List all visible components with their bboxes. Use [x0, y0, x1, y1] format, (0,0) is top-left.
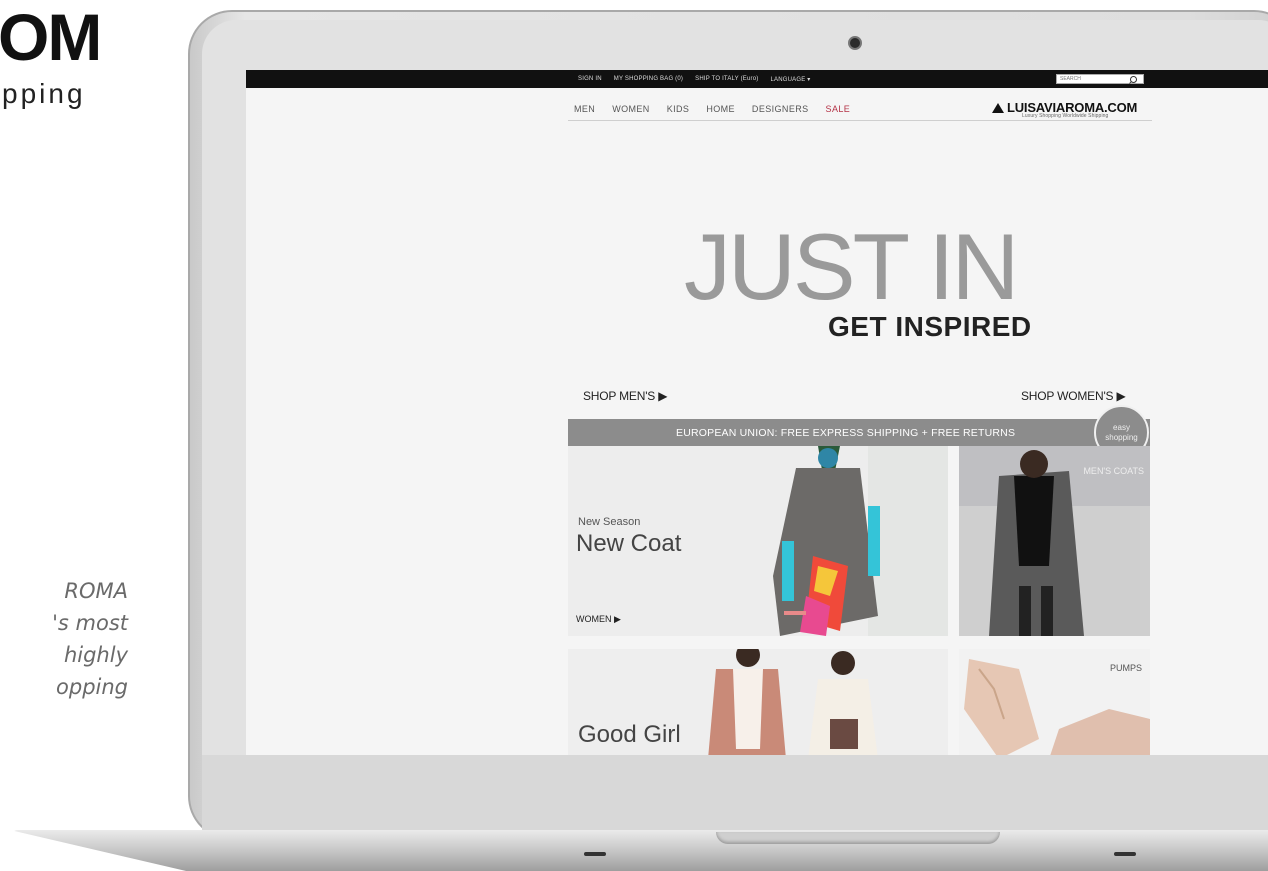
sign-in-link[interactable]: SIGN IN [578, 76, 602, 82]
laptop-bottom-bezel [202, 755, 1268, 830]
nav-item-home[interactable]: HOME [706, 104, 735, 114]
site-topbar: SIGN IN MY SHOPPING BAG (0) SHIP TO ITAL… [246, 70, 1268, 88]
laptop-foot [584, 852, 606, 856]
badge-line: easy [1113, 423, 1130, 432]
good-girl-tile[interactable]: Good Girl [568, 649, 948, 755]
tile-title: Good Girl [578, 721, 681, 748]
tile-title: New Coat [576, 530, 682, 557]
laptop-hinge-notch [716, 832, 1000, 844]
brand-tagline: pping [2, 78, 86, 109]
women-link[interactable]: WOMEN ▶ [576, 614, 621, 625]
logo-triangle-icon [992, 103, 1004, 113]
hero-title: JUST IN [684, 214, 1019, 319]
shop-women-link[interactable]: SHOP WOMEN'S ▶ [1021, 389, 1126, 403]
language-dropdown[interactable]: LANGUAGE ▾ [770, 76, 810, 83]
pumps-tile[interactable]: PUMPS [959, 649, 1150, 755]
mens-coats-tile[interactable]: MEN'S COATS [959, 446, 1150, 636]
tile-kicker: New Season [578, 516, 641, 528]
laptop-screen: SIGN IN MY SHOPPING BAG (0) SHIP TO ITAL… [246, 70, 1268, 755]
site-logo-subtitle: Luxury Shopping Worldwide Shipping [1022, 113, 1109, 119]
promo-text: EUROPEAN UNION: FREE EXPRESS SHIPPING + … [676, 427, 1016, 439]
brand-logo: OM [0, 0, 102, 74]
badge-line: shopping [1105, 433, 1138, 442]
shopping-bag-link[interactable]: MY SHOPPING BAG (0) [614, 76, 683, 82]
camera-icon [848, 36, 862, 50]
hero-subtitle: GET INSPIRED [828, 311, 1032, 342]
shop-men-link[interactable]: SHOP MEN'S ▶ [583, 389, 667, 403]
nav-item-designers[interactable]: DESIGNERS [752, 104, 809, 114]
laptop-base [10, 830, 1268, 871]
main-nav: MEN WOMEN KIDS HOME DESIGNERS SALE [574, 104, 850, 114]
search-input[interactable] [1057, 75, 1130, 83]
brand-description: ROMA 's most highly opping [0, 575, 128, 703]
nav-item-men[interactable]: MEN [574, 104, 595, 114]
nav-item-kids[interactable]: KIDS [667, 104, 690, 114]
ship-to-link[interactable]: SHIP TO ITALY (Euro) [695, 76, 758, 82]
tile-label: PUMPS [1109, 663, 1142, 673]
description-line: opping [56, 675, 128, 699]
promo-bar: EUROPEAN UNION: FREE EXPRESS SHIPPING + … [568, 419, 1150, 446]
nav-divider [568, 120, 1152, 121]
nav-item-women[interactable]: WOMEN [612, 104, 650, 114]
search-icon[interactable] [1130, 76, 1137, 83]
tile-label: MEN'S COATS [1083, 466, 1144, 476]
description-line: ROMA [64, 579, 128, 603]
search-box [1056, 74, 1144, 84]
description-line: highly [63, 643, 128, 667]
description-line: 's most [52, 611, 128, 635]
nav-item-sale[interactable]: SALE [826, 104, 851, 114]
laptop-foot [1114, 852, 1136, 856]
new-coat-tile[interactable]: New Season New Coat WOMEN ▶ [568, 446, 948, 636]
